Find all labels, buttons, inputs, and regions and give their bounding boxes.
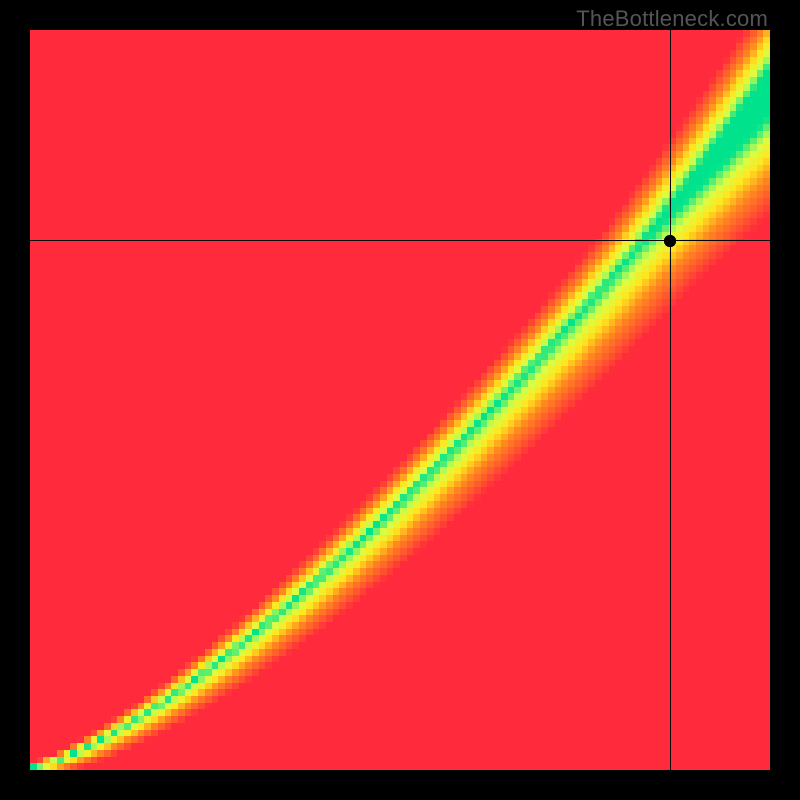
plot-area [30, 30, 770, 770]
bottleneck-heatmap [30, 30, 770, 770]
watermark-text: TheBottleneck.com [576, 6, 768, 32]
chart-frame: TheBottleneck.com [0, 0, 800, 800]
